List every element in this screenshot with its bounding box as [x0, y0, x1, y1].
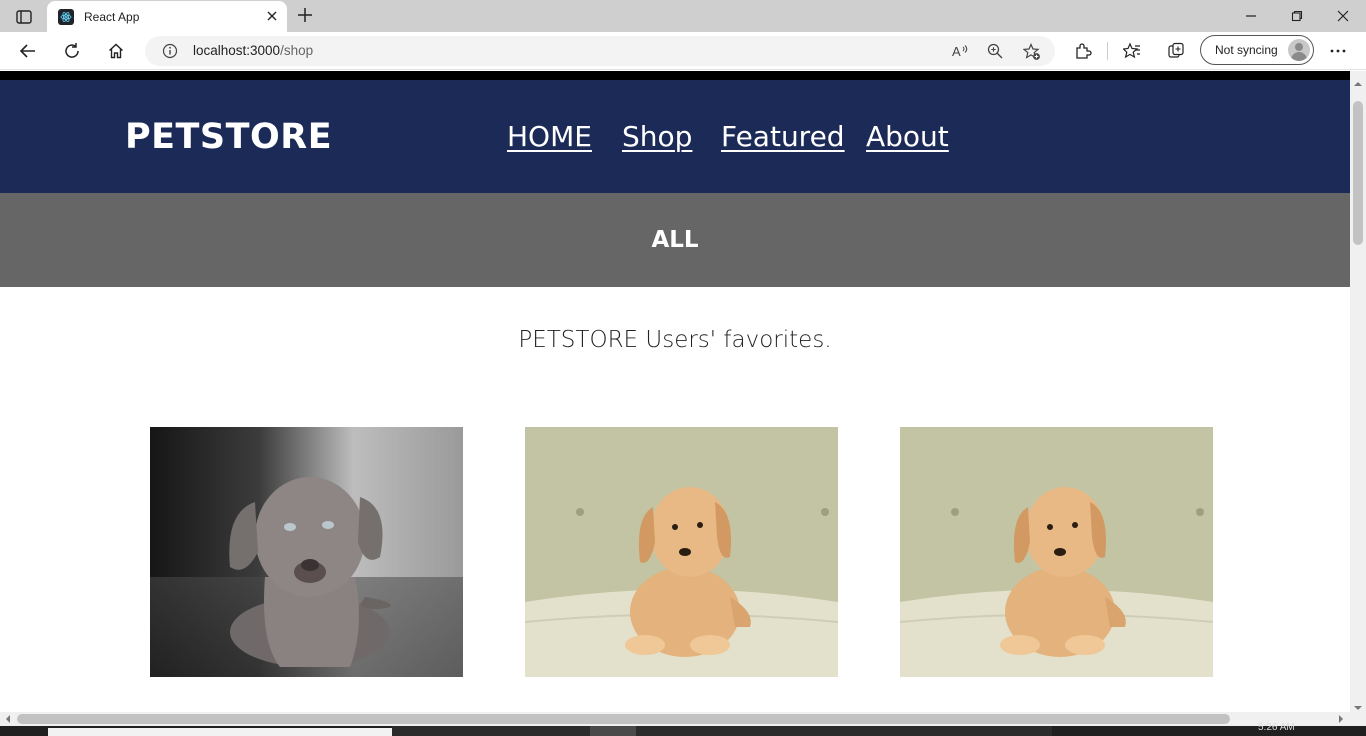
scroll-up-arrow-icon[interactable] — [1354, 75, 1362, 86]
product-card[interactable] — [150, 427, 463, 677]
product-card[interactable] — [900, 427, 1213, 677]
url-host: localhost:3000 — [193, 43, 281, 58]
scroll-right-arrow-icon[interactable] — [1337, 715, 1345, 723]
close-window-icon[interactable] — [1333, 6, 1353, 26]
nav-link-shop[interactable]: Shop — [622, 120, 692, 153]
taskbar-item[interactable] — [392, 726, 1052, 736]
react-logo-icon — [58, 8, 74, 25]
collections-icon[interactable] — [1165, 40, 1187, 62]
golden-retriever-puppy-image — [900, 427, 1213, 677]
page-subtitle: PETSTORE Users' favorites. — [518, 327, 832, 353]
read-aloud-icon[interactable]: A — [952, 43, 968, 59]
weimaraner-puppy-image — [150, 427, 463, 677]
close-tab-icon[interactable] — [265, 9, 279, 23]
tab-title: React App — [84, 9, 140, 24]
favorites-icon[interactable] — [1121, 40, 1143, 62]
horizontal-scrollbar[interactable] — [0, 712, 1350, 726]
profile-sync-button[interactable]: Not syncing — [1200, 35, 1314, 65]
top-border — [0, 71, 1350, 80]
new-tab-icon[interactable] — [296, 6, 314, 24]
vertical-scrollbar[interactable] — [1350, 71, 1366, 712]
toolbar-divider — [1107, 42, 1108, 60]
browser-toolbar: localhost:3000/shop A Not syncing — [0, 32, 1366, 70]
url-path: /shop — [280, 43, 314, 58]
restore-icon[interactable] — [1287, 6, 1307, 26]
svg-text:A: A — [952, 44, 961, 59]
scrollbar-corner — [1350, 712, 1366, 726]
tab-strip: React App — [0, 0, 1366, 32]
category-banner: ALL — [0, 193, 1350, 287]
product-card[interactable] — [525, 427, 838, 677]
browser-tab[interactable]: React App — [47, 1, 287, 32]
golden-retriever-puppy-image — [525, 427, 838, 677]
os-taskbar: 5:26 AM — [0, 722, 1366, 736]
zoom-icon[interactable] — [987, 43, 1003, 59]
url-text[interactable]: localhost:3000/shop — [193, 43, 313, 58]
nav-link-home[interactable]: HOME — [507, 120, 592, 153]
nav-link-featured[interactable]: Featured — [721, 120, 845, 153]
vertical-scroll-thumb[interactable] — [1353, 101, 1363, 245]
site-logo[interactable]: PETSTORE — [125, 117, 332, 157]
category-title: ALL — [651, 227, 699, 253]
taskbar-clock[interactable]: 5:26 AM — [1258, 722, 1295, 733]
sync-label: Not syncing — [1215, 43, 1278, 57]
minimize-icon[interactable] — [1241, 6, 1261, 26]
more-menu-icon[interactable] — [1327, 40, 1349, 62]
taskbar-item[interactable] — [48, 728, 392, 736]
page-viewport: PETSTORE HOME Shop Featured About ALL PE… — [0, 71, 1350, 712]
address-bar[interactable]: localhost:3000/shop A — [145, 36, 1055, 66]
horizontal-scroll-thumb[interactable] — [17, 714, 1230, 724]
scroll-left-arrow-icon[interactable] — [4, 715, 12, 723]
taskbar-item[interactable] — [590, 726, 636, 736]
site-header: PETSTORE HOME Shop Featured About — [0, 80, 1350, 193]
extensions-icon[interactable] — [1072, 40, 1094, 62]
refresh-icon[interactable] — [61, 40, 83, 62]
tab-actions-icon[interactable] — [10, 6, 38, 28]
site-info-icon[interactable] — [162, 43, 178, 59]
profile-avatar-icon — [1288, 39, 1310, 61]
home-icon[interactable] — [105, 40, 127, 62]
back-arrow-icon[interactable] — [17, 40, 39, 62]
scroll-down-arrow-icon[interactable] — [1354, 699, 1362, 710]
nav-link-about[interactable]: About — [866, 120, 949, 153]
add-favorite-icon[interactable] — [1022, 43, 1040, 60]
